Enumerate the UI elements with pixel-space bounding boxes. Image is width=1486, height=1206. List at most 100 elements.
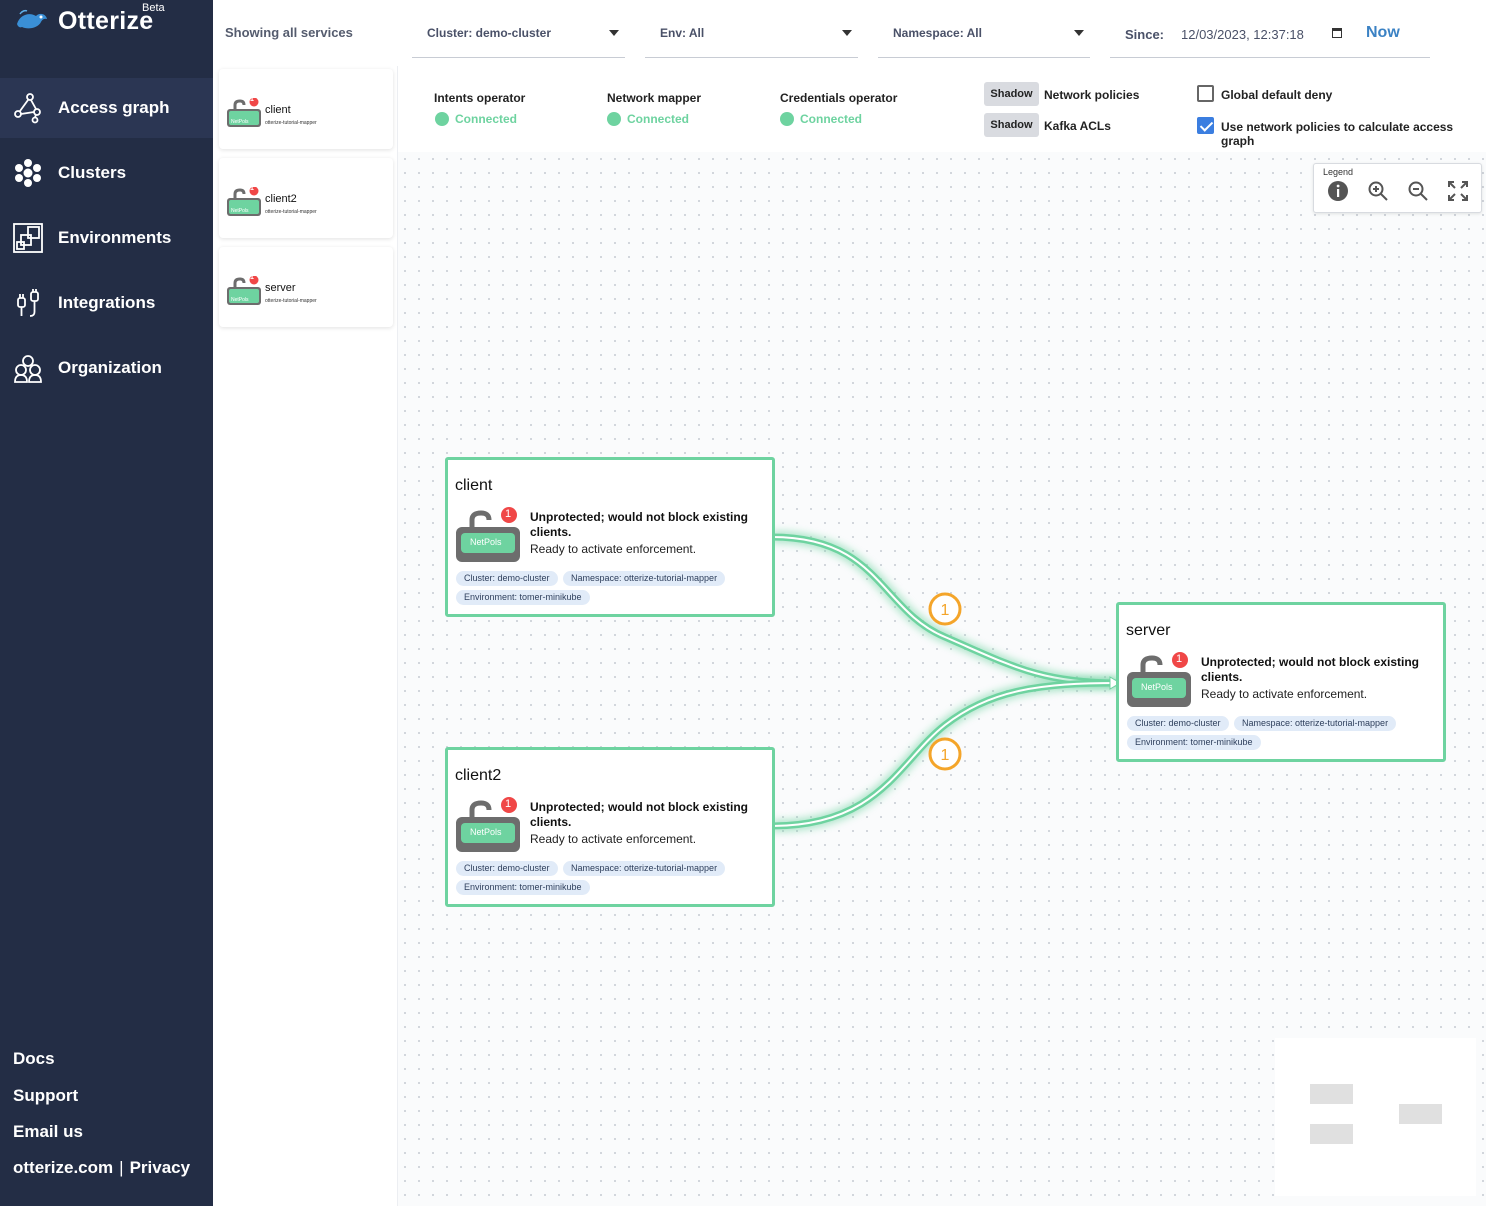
chevron-down-icon bbox=[1074, 30, 1084, 36]
since-datetime-input[interactable]: 12/03/2023, 12:37:18 bbox=[1181, 27, 1304, 42]
privacy-link[interactable]: Privacy bbox=[130, 1158, 191, 1178]
organization-icon bbox=[12, 352, 44, 384]
graph-node-server[interactable]: server 1 NetPols Unprotected; would not … bbox=[1116, 602, 1446, 762]
netpol-label: NetPols bbox=[231, 297, 249, 303]
service-namespace: otterize-tutorial-mapper bbox=[265, 120, 317, 126]
netpol-shadow-button[interactable]: Shadow bbox=[984, 82, 1039, 106]
environment-tag: Environment: tomer-minikube bbox=[456, 880, 590, 895]
namespace-tag: Namespace: otterize-tutorial-mapper bbox=[563, 861, 726, 876]
nav-label: Access graph bbox=[58, 98, 170, 117]
since-field[interactable]: Since: 12/03/2023, 12:37:18 Now bbox=[1110, 18, 1430, 58]
cluster-tag: Cluster: demo-cluster bbox=[456, 571, 558, 586]
cluster-select[interactable]: Cluster: demo-cluster bbox=[412, 18, 625, 58]
calendar-icon[interactable] bbox=[1332, 28, 1342, 38]
showing-label: Showing all services bbox=[225, 25, 353, 40]
chevron-down-icon bbox=[842, 30, 852, 36]
nav-label: Organization bbox=[58, 358, 162, 377]
status-bar: Intents operator Connected Network mappe… bbox=[398, 66, 1486, 152]
service-list: 1 NetPols client otterize-tutorial-mappe… bbox=[213, 66, 398, 1206]
environment-tag: Environment: tomer-minikube bbox=[456, 590, 590, 605]
service-badge: 1 bbox=[250, 274, 254, 281]
minimap-node bbox=[1310, 1124, 1353, 1144]
node-badge: 1 bbox=[1176, 653, 1183, 665]
kafka-shadow-button[interactable]: Shadow bbox=[984, 113, 1039, 137]
env-select[interactable]: Env: All bbox=[645, 18, 858, 58]
use-netpol-checkbox[interactable] bbox=[1197, 117, 1214, 134]
graph-node-client[interactable]: client 1 NetPols Unprotected; would not … bbox=[445, 457, 775, 617]
node-enforcement-status: Ready to activate enforcement. bbox=[530, 832, 697, 846]
service-badge: 1 bbox=[250, 185, 254, 192]
network-mapper-status: Connected bbox=[607, 112, 689, 126]
status-text: Connected bbox=[627, 112, 690, 126]
otterize-site-link[interactable]: otterize.com bbox=[13, 1158, 113, 1178]
status-dot bbox=[435, 112, 449, 126]
nav-organization[interactable]: Organization bbox=[0, 338, 213, 398]
service-name: server bbox=[265, 282, 296, 294]
nav-clusters[interactable]: Clusters bbox=[0, 143, 213, 203]
environments-icon bbox=[12, 222, 44, 254]
namespace-tag: Namespace: otterize-tutorial-mapper bbox=[563, 571, 726, 586]
beta-badge: Beta bbox=[142, 2, 165, 14]
graph-minimap[interactable] bbox=[1275, 1038, 1476, 1196]
graph-toolbox: Legend bbox=[1313, 163, 1482, 213]
integrations-icon bbox=[12, 287, 44, 319]
minimap-node bbox=[1310, 1084, 1353, 1104]
footer-separator: | bbox=[119, 1158, 124, 1177]
netpol-label: NetPols bbox=[470, 537, 502, 547]
clusters-icon bbox=[12, 157, 44, 189]
node-protection-status: Unprotected; would not block existing cl… bbox=[530, 800, 749, 829]
cluster-tag: Cluster: demo-cluster bbox=[1127, 716, 1229, 731]
status-dot bbox=[780, 112, 794, 126]
service-namespace: otterize-tutorial-mapper bbox=[265, 209, 317, 215]
nav-environments[interactable]: Environments bbox=[0, 208, 213, 268]
cluster-tag: Cluster: demo-cluster bbox=[456, 861, 558, 876]
service-card-client2[interactable]: 1 NetPols client2 otterize-tutorial-mapp… bbox=[219, 158, 393, 238]
chevron-down-icon bbox=[609, 30, 619, 36]
nav-access-graph[interactable]: Access graph bbox=[0, 78, 213, 138]
node-enforcement-status: Ready to activate enforcement. bbox=[530, 542, 697, 556]
support-link[interactable]: Support bbox=[13, 1086, 78, 1106]
namespace-select[interactable]: Namespace: All bbox=[878, 18, 1090, 58]
global-default-deny-checkbox[interactable] bbox=[1197, 85, 1214, 102]
status-text: Connected bbox=[455, 112, 518, 126]
zoom-in-icon[interactable] bbox=[1366, 179, 1390, 203]
environment-tag: Environment: tomer-minikube bbox=[1127, 735, 1261, 750]
netpol-mode-label: Network policies bbox=[1044, 88, 1140, 102]
netpol-label: NetPols bbox=[231, 119, 249, 125]
footer-links: otterize.com | Privacy bbox=[13, 1158, 190, 1178]
zoom-out-icon[interactable] bbox=[1406, 179, 1430, 203]
status-dot bbox=[607, 112, 621, 126]
service-card-server[interactable]: 1 NetPols server otterize-tutorial-mappe… bbox=[219, 247, 393, 327]
sidebar: Otterize Beta Access graph Clusters Envi… bbox=[0, 0, 213, 1206]
service-card-client[interactable]: 1 NetPols client otterize-tutorial-mappe… bbox=[219, 69, 393, 149]
node-badge: 1 bbox=[505, 508, 512, 520]
email-us-link[interactable]: Email us bbox=[13, 1122, 83, 1142]
graph-icon bbox=[12, 92, 44, 124]
node-protection-status: Unprotected; would not block existing cl… bbox=[530, 510, 749, 539]
netpol-label: NetPols bbox=[231, 208, 249, 214]
info-icon[interactable] bbox=[1326, 179, 1350, 203]
netpol-label: NetPols bbox=[470, 827, 502, 837]
since-label: Since: bbox=[1125, 27, 1165, 42]
intents-operator-status: Connected bbox=[435, 112, 517, 126]
nav-label: Integrations bbox=[58, 293, 156, 312]
now-button[interactable]: Now bbox=[1366, 24, 1400, 42]
status-text: Connected bbox=[800, 112, 863, 126]
service-name: client2 bbox=[265, 193, 297, 205]
global-default-deny-label: Global default deny bbox=[1221, 88, 1333, 102]
minimap-node bbox=[1399, 1104, 1442, 1124]
node-title: client bbox=[455, 477, 493, 494]
nav-integrations[interactable]: Integrations bbox=[0, 273, 213, 333]
kafka-mode-label: Kafka ACLs bbox=[1044, 119, 1111, 133]
node-protection-status: Unprotected; would not block existing cl… bbox=[1201, 655, 1420, 684]
service-name: client bbox=[265, 104, 291, 116]
app-name: Otterize bbox=[58, 6, 154, 35]
filter-bar: Showing all services Cluster: demo-clust… bbox=[213, 0, 1486, 66]
docs-link[interactable]: Docs bbox=[13, 1049, 55, 1069]
nav-label: Clusters bbox=[58, 163, 127, 182]
service-namespace: otterize-tutorial-mapper bbox=[265, 298, 317, 304]
graph-node-client2[interactable]: client2 1 NetPols Unprotected; would not… bbox=[445, 747, 775, 907]
otterize-logo[interactable]: Otterize bbox=[14, 4, 153, 38]
fit-view-icon[interactable] bbox=[1446, 179, 1470, 203]
env-select-value: Env: All bbox=[660, 26, 705, 40]
